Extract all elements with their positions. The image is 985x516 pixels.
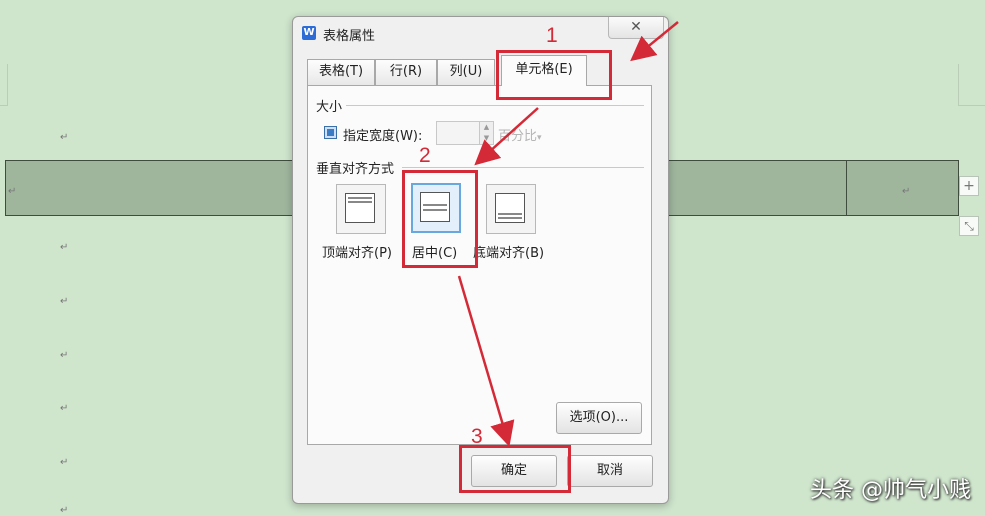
- step-number-3: 3: [471, 425, 483, 448]
- width-unit-value: 百分比: [498, 129, 538, 144]
- annotation-box-ok-button: [459, 445, 571, 493]
- paragraph-mark: ↵: [60, 403, 69, 414]
- annotation-box-center-align: [402, 170, 478, 268]
- paragraph-mark: ↵: [60, 242, 69, 253]
- page-corner-top-left: [0, 64, 8, 106]
- align-top-button[interactable]: [336, 184, 386, 234]
- options-button[interactable]: 选项(O)...: [556, 402, 642, 434]
- tab-row[interactable]: 行(R): [375, 59, 437, 85]
- align-bottom-icon: [495, 193, 525, 223]
- section-divider: [402, 167, 644, 168]
- width-unit-select[interactable]: 百分比▾: [498, 125, 542, 144]
- dialog-title: 表格属性: [323, 29, 376, 44]
- page-corner-top-right: [958, 64, 985, 106]
- paragraph-mark: ↵: [60, 457, 69, 468]
- table-cell-mark: ↵: [902, 186, 911, 197]
- table-row-right[interactable]: [668, 160, 959, 216]
- close-button[interactable]: ✕: [608, 17, 664, 39]
- step-number-2: 2: [419, 144, 431, 167]
- cell-tab-panel: 大小 指定宽度(W): ▲ ▼ 百分比▾ 垂直对齐方式 顶端对齐(P) 居中(C…: [307, 85, 652, 445]
- size-section-label: 大小: [316, 100, 343, 115]
- paragraph-mark: ↵: [60, 296, 69, 307]
- table-cell-mark: ↵: [8, 186, 17, 197]
- section-divider: [346, 105, 644, 106]
- width-value-input[interactable]: ▲ ▼: [436, 121, 494, 145]
- tab-table[interactable]: 表格(T): [307, 59, 375, 85]
- align-bottom-button[interactable]: [486, 184, 536, 234]
- chevron-down-icon: ▾: [537, 133, 542, 143]
- tab-cell[interactable]: 单元格(E): [501, 55, 587, 86]
- align-top-icon: [345, 193, 375, 223]
- align-bottom-label: 底端对齐(B): [473, 246, 545, 261]
- paragraph-mark: ↵: [60, 505, 69, 516]
- cancel-button[interactable]: 取消: [567, 455, 653, 487]
- specify-width-checkbox[interactable]: [324, 126, 337, 139]
- wps-writer-icon: W: [302, 26, 316, 40]
- spin-down-button[interactable]: ▼: [479, 133, 493, 144]
- vertical-align-section-label: 垂直对齐方式: [316, 162, 395, 177]
- paragraph-mark: ↵: [60, 132, 69, 143]
- close-icon: ✕: [630, 19, 642, 35]
- table-resize-handle[interactable]: ⤡: [959, 216, 979, 236]
- dialog-title-bar[interactable]: W 表格属性 ✕: [293, 17, 668, 51]
- table-cell-border: [846, 160, 847, 216]
- spin-up-button[interactable]: ▲: [479, 122, 493, 133]
- watermark: 头条 @帅气小贱: [810, 478, 971, 503]
- add-row-button[interactable]: +: [959, 176, 979, 196]
- step-number-1: 1: [546, 24, 558, 47]
- table-row-left[interactable]: [5, 160, 297, 216]
- align-top-label: 顶端对齐(P): [322, 246, 392, 261]
- paragraph-mark: ↵: [60, 350, 69, 361]
- tab-column[interactable]: 列(U): [437, 59, 495, 85]
- specify-width-label: 指定宽度(W):: [343, 129, 423, 144]
